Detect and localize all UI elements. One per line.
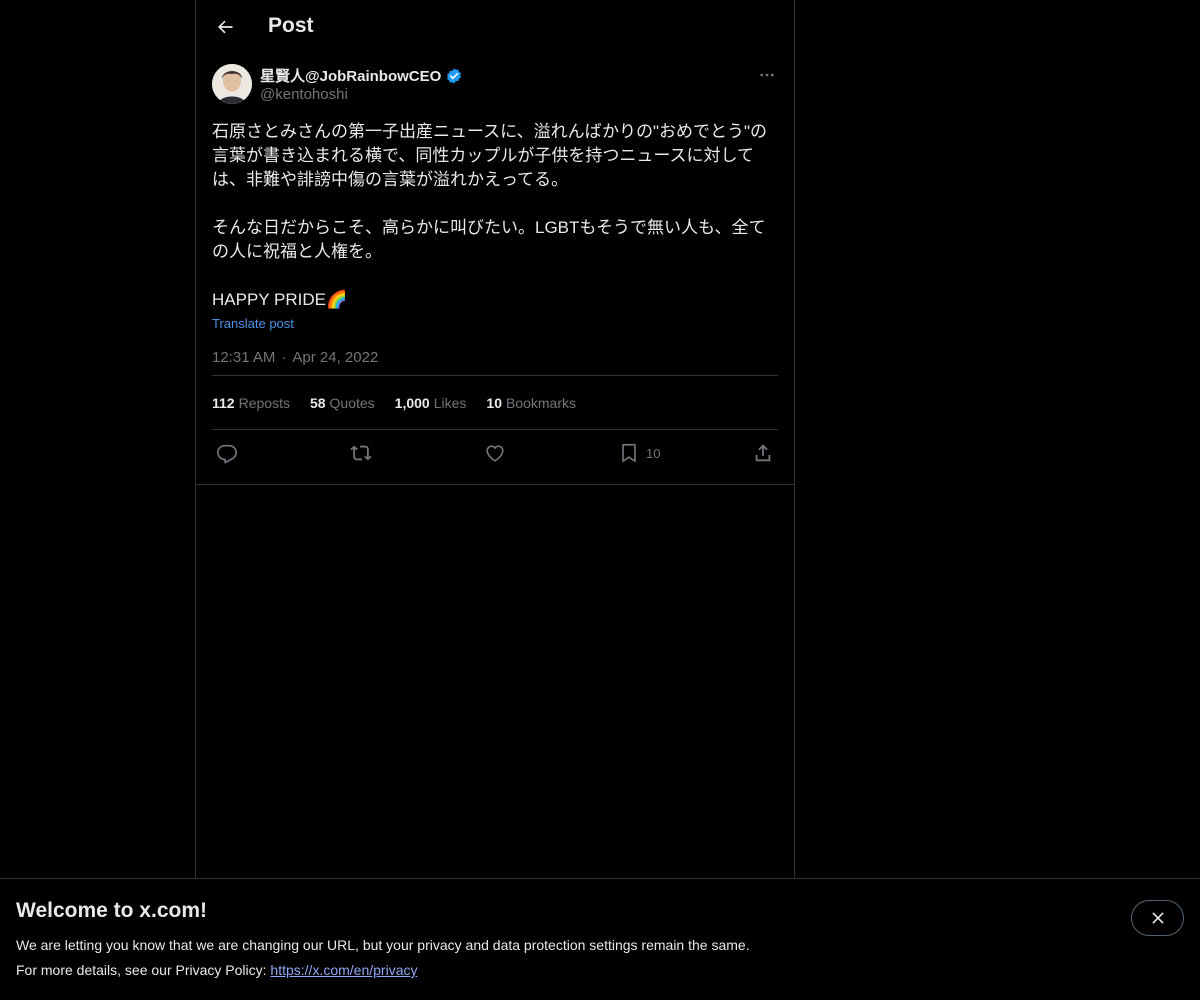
author-name-wrap: 星賢人@JobRainbowCEO xyxy=(260,65,463,86)
avatar-image xyxy=(212,64,252,104)
like-button[interactable] xyxy=(484,442,506,464)
avatar[interactable] xyxy=(212,64,252,104)
post-time: 12:31 AM xyxy=(212,349,276,366)
meta-separator: · xyxy=(281,349,287,366)
repost-icon xyxy=(350,445,372,461)
post-date: Apr 24, 2022 xyxy=(292,349,379,366)
verified-badge-icon xyxy=(447,67,462,84)
banner-title: Welcome to x.com! xyxy=(16,899,207,922)
author-row: 星賢人@JobRainbowCEO @kentohoshi xyxy=(212,64,778,106)
translate-post-link[interactable]: Translate post xyxy=(212,316,294,331)
bookmarks-stat[interactable]: 10 Bookmarks xyxy=(486,395,576,411)
post: 星賢人@JobRainbowCEO @kentohoshi 石原さとみさんの第一… xyxy=(212,64,778,477)
post-timestamp[interactable]: 12:31 AM · Apr 24, 2022 xyxy=(212,349,778,375)
likes-count: 1,000 xyxy=(394,394,430,411)
quotes-count: 58 xyxy=(309,394,326,411)
likes-stat[interactable]: 1,000 Likes xyxy=(395,395,467,411)
arrow-left-icon xyxy=(218,20,233,34)
reposts-stat[interactable]: 112 Reposts xyxy=(212,395,290,411)
bookmark-icon xyxy=(622,443,636,463)
banner-privacy-prefix: For more details, see our Privacy Policy… xyxy=(16,962,271,978)
close-icon xyxy=(1152,912,1163,924)
author-name[interactable]: 星賢人@JobRainbowCEO xyxy=(260,65,441,86)
stats-row: 112 Reposts 58 Quotes 1,000 Likes 10 Bookmar… xyxy=(212,376,778,429)
banner-privacy-line: For more details, see our Privacy Policy… xyxy=(16,962,417,978)
top-bar: Post xyxy=(196,0,794,54)
reposts-count: 112 xyxy=(212,394,235,411)
banner-close-button[interactable] xyxy=(1131,900,1184,936)
reply-button[interactable] xyxy=(216,442,238,464)
heart-icon xyxy=(486,445,504,462)
back-button[interactable] xyxy=(208,10,242,44)
reply-icon xyxy=(217,444,237,464)
bookmarks-label: Bookmarks xyxy=(505,394,577,411)
quotes-label: Quotes xyxy=(329,394,375,411)
repost-button[interactable] xyxy=(350,442,372,464)
main-column: Post 星賢人@JobRainbowCEO @kentohoshi 石原さとみ… xyxy=(195,0,795,878)
bookmarks-count: 10 xyxy=(486,394,502,411)
share-icon xyxy=(755,444,771,462)
more-button[interactable] xyxy=(756,64,778,86)
page-title: Post xyxy=(268,14,314,37)
likes-label: Likes xyxy=(433,394,467,411)
privacy-policy-link[interactable]: https://x.com/en/privacy xyxy=(270,962,417,978)
author-handle[interactable]: @kentohoshi xyxy=(260,86,348,103)
banner-message: We are letting you know that we are chan… xyxy=(16,937,750,953)
actions-row: 10 xyxy=(212,430,778,477)
quotes-stat[interactable]: 58 Quotes xyxy=(310,395,375,411)
share-button[interactable] xyxy=(752,442,774,464)
post-text: 石原さとみさんの第一子出産ニュースに、溢れんばかりの"おめでとう"の言葉が書き込… xyxy=(212,122,768,309)
bookmark-button[interactable]: 10 xyxy=(618,442,660,464)
post-bottom-divider xyxy=(196,484,794,485)
reposts-label: Reposts xyxy=(238,394,290,411)
welcome-banner: Welcome to x.com! We are letting you kno… xyxy=(0,878,1200,1000)
bookmark-count: 10 xyxy=(646,445,661,461)
more-horizontal-icon xyxy=(760,73,774,77)
